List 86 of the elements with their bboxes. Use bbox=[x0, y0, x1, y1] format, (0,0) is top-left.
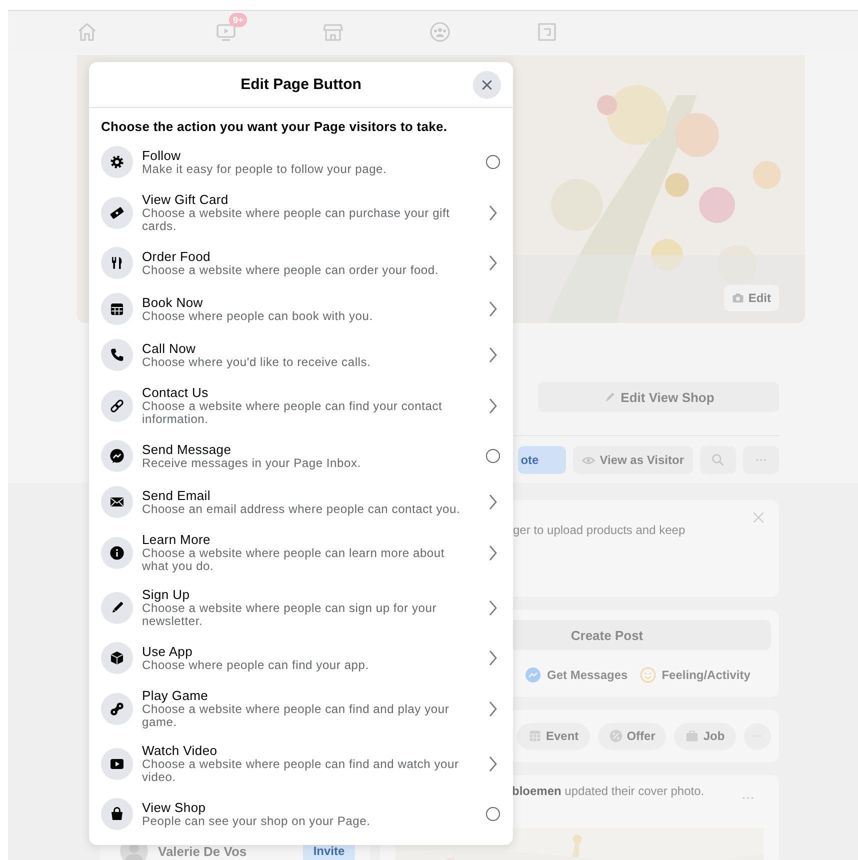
option-description: People can see your shop on your Page. bbox=[142, 815, 372, 828]
option-title: View Gift Card bbox=[142, 192, 230, 207]
chevron-right-icon bbox=[488, 544, 498, 562]
dialog-title: Edit Page Button bbox=[240, 76, 362, 93]
link-icon bbox=[109, 398, 125, 414]
option-title: Watch Video bbox=[142, 743, 218, 758]
info-icon bbox=[109, 544, 125, 560]
action-option[interactable]: Send Message Receive messages in your Page Inbox. bbox=[89, 433, 513, 479]
option-title: Learn More bbox=[142, 532, 212, 547]
calendar-icon bbox=[528, 729, 542, 743]
option-title: Play Game bbox=[142, 688, 210, 703]
notification-badge: 9+ bbox=[229, 12, 248, 26]
chevron-right-icon bbox=[488, 396, 498, 414]
search-button[interactable] bbox=[700, 446, 736, 474]
chevron-right-icon bbox=[488, 254, 498, 272]
action-option[interactable]: Order Food Choose a website where people can order your food. bbox=[89, 240, 513, 286]
option-description: Choose a website where people can find your contact information. bbox=[142, 400, 444, 426]
option-title: Use App bbox=[142, 644, 194, 659]
close-icon bbox=[480, 78, 494, 92]
shopping-bag-icon bbox=[109, 806, 125, 822]
home-icon[interactable] bbox=[76, 20, 98, 42]
gear-icon bbox=[109, 154, 125, 170]
chevron-right-icon bbox=[488, 598, 498, 616]
action-option[interactable]: Watch Video Choose a website where people can find and watch your video. bbox=[89, 736, 513, 791]
option-title: Follow bbox=[142, 148, 182, 163]
option-description: Choose a website where people can learn more about what you do. bbox=[142, 547, 446, 573]
notice-text: ger to upload products and keep bbox=[513, 523, 686, 537]
action-option[interactable]: Learn More Choose a website where people can learn more about what you do. bbox=[89, 525, 513, 580]
option-description: Choose where people can find your app. bbox=[142, 659, 370, 672]
activity-text: bloemen updated their cover photo. bbox=[512, 784, 704, 800]
messenger-icon bbox=[109, 448, 125, 464]
action-option[interactable]: View Gift Card Choose a website where people can purchase your gift cards. bbox=[89, 185, 513, 240]
cube-icon bbox=[109, 650, 125, 666]
calendar-icon bbox=[109, 301, 125, 317]
group-icon[interactable] bbox=[428, 20, 450, 42]
chevron-right-icon bbox=[488, 493, 498, 511]
close-icon[interactable] bbox=[752, 511, 765, 524]
option-title: Contact Us bbox=[142, 385, 210, 400]
option-title: Order Food bbox=[142, 249, 212, 264]
option-title: Book Now bbox=[142, 295, 204, 310]
chevron-right-icon bbox=[488, 300, 498, 318]
more-button[interactable] bbox=[744, 722, 771, 750]
option-description: Choose a website where people can order your food. bbox=[142, 264, 440, 277]
chevron-right-icon bbox=[488, 204, 498, 222]
action-option[interactable]: Call Now Choose where you'd like to receive calls. bbox=[89, 332, 513, 378]
option-description: Choose an email address where people can contact you. bbox=[142, 503, 462, 516]
action-option[interactable]: Follow Make it easy for people to follow your page. bbox=[89, 139, 513, 185]
radio-button[interactable] bbox=[486, 807, 500, 821]
action-option[interactable]: View Shop People can see your shop on your Page. bbox=[89, 791, 513, 837]
option-description: Choose where you'd like to receive calls. bbox=[142, 356, 372, 369]
option-description: Choose where people can book with you. bbox=[142, 310, 374, 323]
option-description: Choose a website where people can find and watch your video. bbox=[142, 758, 460, 784]
action-option[interactable]: Contact Us Choose a website where people can find your contact information. bbox=[89, 378, 513, 433]
chevron-right-icon bbox=[488, 649, 498, 667]
radio-button[interactable] bbox=[486, 155, 500, 169]
option-title: Sign Up bbox=[142, 587, 191, 602]
camera-icon bbox=[732, 292, 744, 304]
percent-badge-icon bbox=[608, 729, 623, 743]
gaming-icon[interactable] bbox=[536, 20, 558, 42]
option-title: Call Now bbox=[142, 341, 197, 356]
smiley-icon bbox=[640, 667, 656, 683]
chevron-right-icon bbox=[488, 346, 498, 364]
action-option[interactable]: Book Now Choose where people can book with you. bbox=[89, 286, 513, 332]
option-description: Choose a website where people can purchase your gift cards. bbox=[142, 207, 451, 233]
option-description: Make it easy for people to follow your page. bbox=[142, 163, 388, 176]
close-button[interactable] bbox=[473, 71, 501, 99]
option-title: View Shop bbox=[142, 800, 207, 815]
person-name: Valerie De Vos bbox=[158, 844, 248, 858]
chevron-right-icon bbox=[488, 754, 498, 772]
search-icon bbox=[711, 453, 725, 467]
messenger-icon bbox=[525, 667, 541, 683]
option-title: Send Message bbox=[142, 442, 232, 457]
chain-link-icon bbox=[109, 700, 125, 716]
instruction-text: Choose the action you want your Page visitors to take. bbox=[100, 118, 448, 136]
phone-icon bbox=[109, 347, 125, 363]
promote-button[interactable]: ote bbox=[518, 446, 566, 474]
more-button[interactable] bbox=[743, 446, 779, 474]
option-description: Choose a website where people can find and play your game. bbox=[142, 703, 450, 729]
option-description: Choose a website where people can sign up for your newsletter. bbox=[142, 602, 438, 628]
action-option[interactable]: Send Email Choose an email address where people can contact you. bbox=[89, 479, 513, 525]
option-title: Send Email bbox=[142, 488, 212, 503]
briefcase-icon bbox=[685, 729, 700, 743]
option-description: Receive messages in your Page Inbox. bbox=[142, 457, 362, 470]
radio-button[interactable] bbox=[486, 449, 500, 463]
action-option[interactable]: Play Game Choose a website where people can find and play your game. bbox=[89, 681, 513, 736]
chevron-right-icon bbox=[488, 700, 498, 718]
